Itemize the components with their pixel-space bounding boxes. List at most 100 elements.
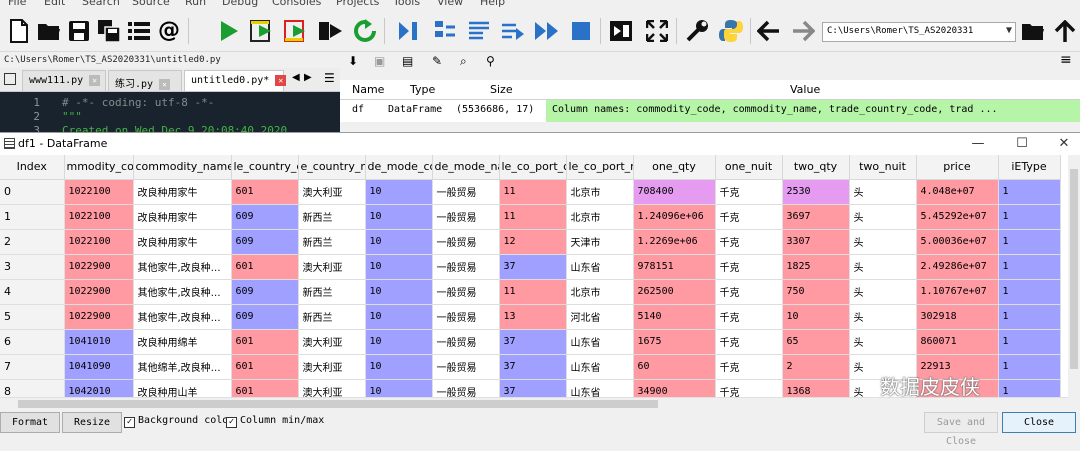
row-index[interactable]: 1 — [0, 204, 65, 230]
table-cell[interactable]: 37 — [499, 329, 567, 355]
save-and-close-button[interactable]: Save and Close — [924, 412, 998, 447]
close-icon[interactable]: ✕ — [275, 75, 287, 86]
table-cell[interactable]: 1022100 — [64, 229, 134, 255]
vertical-scrollbar[interactable] — [1068, 155, 1080, 397]
table-cell[interactable]: 河北省 — [566, 304, 634, 330]
continue-icon[interactable] — [500, 18, 526, 44]
search-icon[interactable]: ⌕ — [460, 54, 467, 69]
table-cell[interactable]: 其他家牛,改良种… — [133, 254, 232, 280]
table-cell[interactable]: 10 — [365, 179, 433, 205]
table-cell[interactable]: 609 — [231, 229, 299, 255]
table-cell[interactable]: 千克 — [715, 304, 783, 330]
save-data-as-icon[interactable]: ▤ — [402, 54, 413, 68]
editor-tab[interactable]: www111.py ✕ — [22, 70, 106, 91]
column-header[interactable]: price — [916, 155, 999, 180]
table-cell[interactable]: 一般贸易 — [432, 354, 500, 380]
back-icon[interactable] — [756, 18, 782, 44]
table-cell[interactable]: 1.24096e+06 — [633, 204, 716, 230]
table-cell[interactable]: 天津市 — [566, 229, 634, 255]
tab-scroll-left-icon[interactable]: ◀ — [292, 72, 300, 83]
step-return-icon[interactable] — [466, 18, 492, 44]
table-cell[interactable]: 4.048e+07 — [916, 179, 999, 205]
menu-source[interactable]: Source — [132, 0, 170, 8]
tab-scroll-right-icon[interactable]: ▶ — [304, 72, 312, 83]
close-button[interactable]: Close — [1002, 412, 1076, 433]
code-editor[interactable]: 1 # -*- coding: utf-8 -*- 2 """ 3 Create… — [0, 92, 340, 132]
column-header-value[interactable]: Value — [790, 83, 820, 96]
table-cell[interactable]: 山东省 — [566, 329, 634, 355]
table-cell[interactable]: 1 — [998, 329, 1061, 355]
table-cell[interactable]: 1041010 — [64, 329, 134, 355]
table-cell[interactable]: 山东省 — [566, 254, 634, 280]
forward-icon[interactable] — [790, 18, 816, 44]
maximize-pane-icon[interactable] — [608, 18, 634, 44]
table-cell[interactable]: 千克 — [715, 279, 783, 305]
table-cell[interactable]: 山东省 — [566, 379, 634, 397]
table-cell[interactable]: 3697 — [782, 204, 850, 230]
table-cell[interactable]: 2.49286e+07 — [916, 254, 999, 280]
table-cell[interactable]: 1022900 — [64, 304, 134, 330]
chevron-down-icon[interactable]: ▼ — [1006, 25, 1012, 36]
table-cell[interactable]: 1 — [998, 354, 1061, 380]
close-icon[interactable]: ✕ — [1054, 135, 1074, 153]
python-path-icon[interactable] — [718, 18, 744, 44]
table-cell[interactable]: 头 — [849, 304, 917, 330]
table-cell[interactable]: 601 — [231, 379, 299, 397]
row-index[interactable]: 6 — [0, 329, 65, 355]
table-cell[interactable]: 改良种用家牛 — [133, 204, 232, 230]
column-header-type[interactable]: Type — [410, 83, 435, 96]
fullscreen-icon[interactable] — [644, 18, 670, 44]
table-cell[interactable]: 头 — [849, 254, 917, 280]
table-cell[interactable]: 609 — [231, 204, 299, 230]
row-index[interactable]: 5 — [0, 304, 65, 330]
table-cell[interactable]: 11 — [499, 179, 567, 205]
run-cell-icon[interactable] — [250, 18, 276, 44]
maximize-icon[interactable]: ☐ — [1012, 135, 1032, 153]
table-cell[interactable]: 改良种用山羊 — [133, 379, 232, 397]
options-menu-icon[interactable]: ☰ — [324, 71, 335, 85]
menu-edit[interactable]: Edit — [44, 0, 65, 8]
table-cell[interactable]: 601 — [231, 179, 299, 205]
column-header[interactable]: commodity_name — [133, 155, 232, 180]
table-cell[interactable]: 1 — [998, 379, 1061, 397]
menu-run[interactable]: Run — [185, 0, 206, 8]
table-cell[interactable]: 302918 — [916, 304, 999, 330]
table-cell[interactable]: 新西兰 — [298, 229, 366, 255]
stop-icon[interactable] — [568, 18, 594, 44]
row-index[interactable]: 4 — [0, 279, 65, 305]
table-cell[interactable]: 10 — [365, 329, 433, 355]
at-icon[interactable]: @ — [156, 18, 182, 44]
table-cell[interactable]: 10 — [365, 279, 433, 305]
table-cell[interactable]: 头 — [849, 229, 917, 255]
resize-button[interactable]: Resize — [62, 412, 122, 433]
table-cell[interactable]: 改良种用绵羊 — [133, 329, 232, 355]
table-cell[interactable]: 改良种用家牛 — [133, 179, 232, 205]
table-cell[interactable]: 10 — [365, 379, 433, 397]
table-cell[interactable]: 5.00036e+07 — [916, 229, 999, 255]
column-header[interactable]: Index — [0, 155, 65, 180]
table-cell[interactable]: 11 — [499, 204, 567, 230]
import-data-icon[interactable]: ⬇ — [348, 54, 358, 68]
menu-search[interactable]: Search — [82, 0, 120, 8]
table-cell[interactable]: 北京市 — [566, 204, 634, 230]
table-cell[interactable]: 一般贸易 — [432, 179, 500, 205]
table-cell[interactable]: 其他家牛,改良种… — [133, 279, 232, 305]
column-header[interactable]: one_nuit — [715, 155, 783, 180]
scrollbar-thumb[interactable] — [18, 400, 658, 408]
table-cell[interactable]: 60 — [633, 354, 716, 380]
column-header[interactable]: mmodity_co — [64, 155, 134, 180]
table-cell[interactable]: 一般贸易 — [432, 304, 500, 330]
table-cell[interactable]: 1022100 — [64, 204, 134, 230]
menu-help[interactable]: Help — [480, 0, 505, 8]
table-cell[interactable]: 37 — [499, 254, 567, 280]
column-header[interactable]: iEType — [998, 155, 1061, 180]
table-cell[interactable]: 5140 — [633, 304, 716, 330]
table-cell[interactable]: 澳大利亚 — [298, 379, 366, 397]
table-cell[interactable]: 609 — [231, 279, 299, 305]
table-cell[interactable]: 13 — [499, 304, 567, 330]
row-index[interactable]: 2 — [0, 229, 65, 255]
background-color-checkbox[interactable]: ✓ Background color — [124, 415, 234, 428]
table-cell[interactable]: 1 — [998, 204, 1061, 230]
table-cell[interactable]: 1675 — [633, 329, 716, 355]
table-cell[interactable]: 601 — [231, 254, 299, 280]
